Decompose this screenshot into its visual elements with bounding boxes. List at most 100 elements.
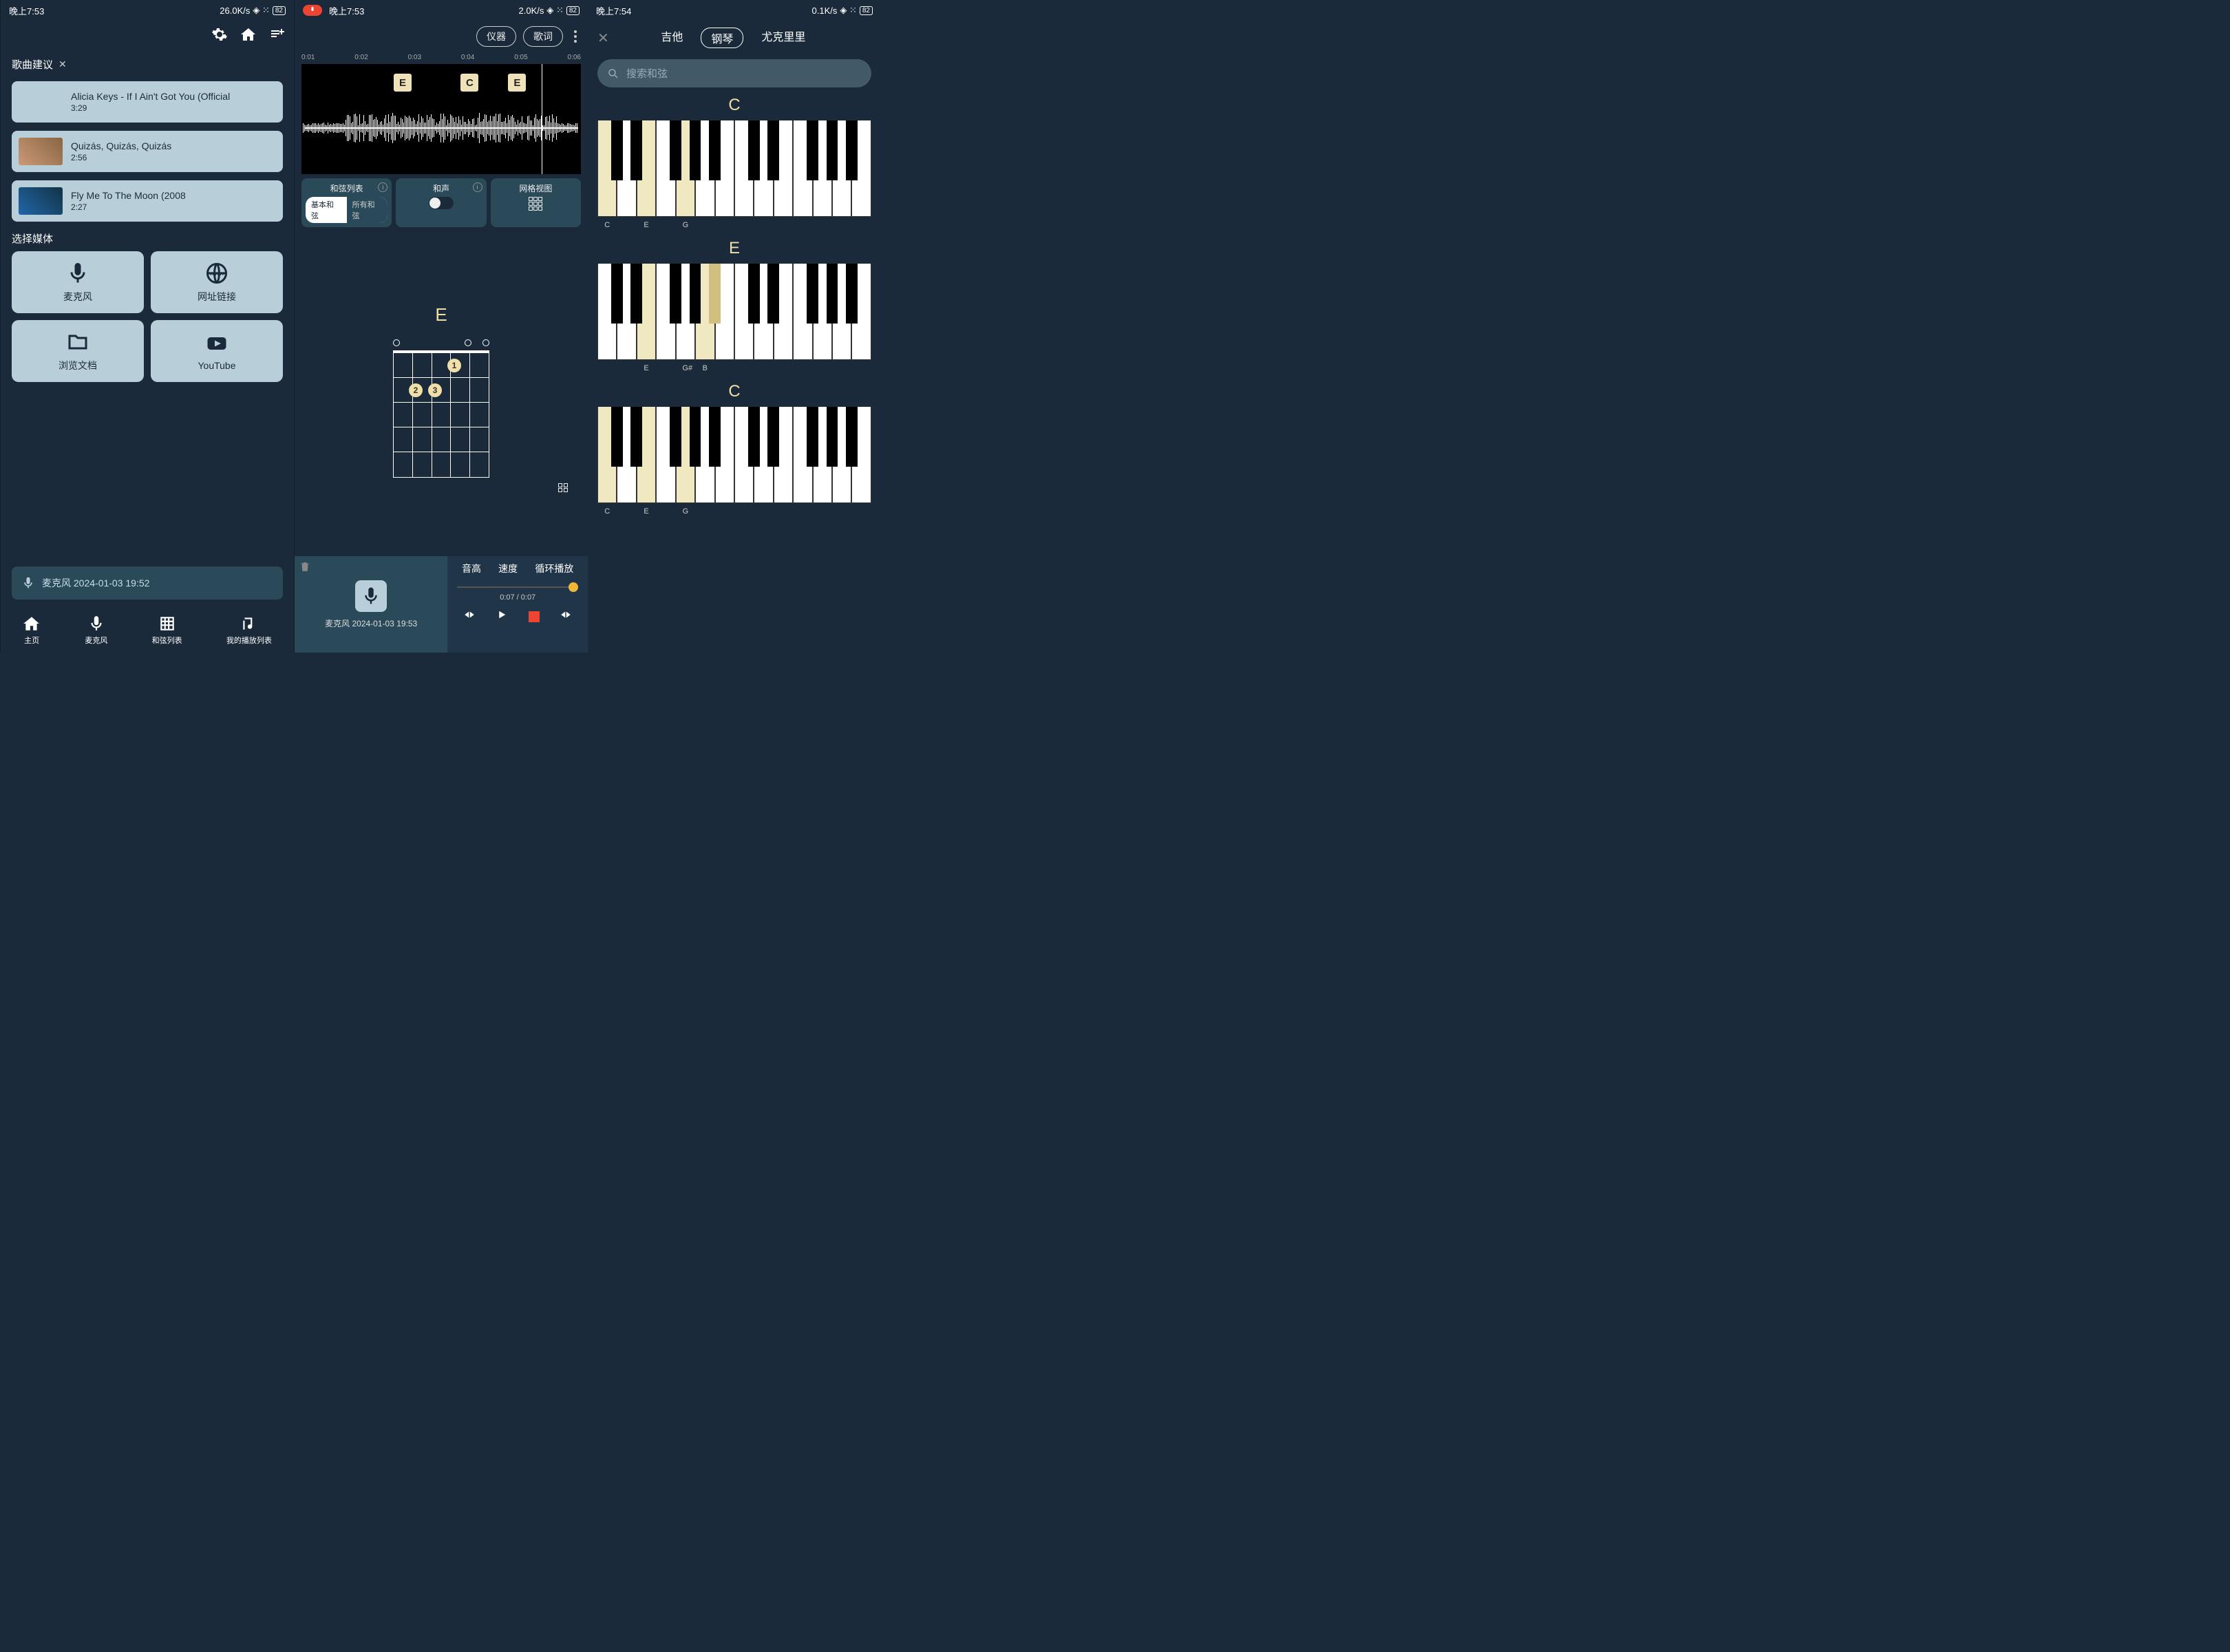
instrument-button[interactable]: 仪器	[476, 26, 516, 47]
player-info: 麦克风 2024-01-03 19:53	[295, 556, 447, 653]
piano-keyboard[interactable]	[597, 407, 871, 503]
wifi-icon: ◈ ⁙	[840, 5, 857, 16]
info-icon[interactable]: i	[378, 182, 387, 192]
key-label: B	[703, 364, 708, 372]
play-icon[interactable]	[496, 608, 508, 624]
black-key[interactable]	[709, 264, 721, 324]
black-key[interactable]	[748, 407, 760, 467]
status-speed: 2.0K/s	[519, 6, 544, 16]
pitch-button[interactable]: 音高	[462, 562, 481, 575]
delete-icon[interactable]	[299, 560, 311, 575]
black-key[interactable]	[670, 120, 681, 180]
black-key[interactable]	[807, 120, 818, 180]
media-youtube-button[interactable]: YouTube	[151, 320, 283, 382]
black-key[interactable]	[846, 407, 858, 467]
chord-marker-e[interactable]: E	[394, 74, 412, 92]
black-key[interactable]	[807, 264, 818, 324]
close-icon[interactable]: ✕	[59, 59, 67, 70]
black-key[interactable]	[611, 264, 623, 324]
label: 浏览文档	[59, 359, 97, 372]
waveform[interactable]: E C E	[301, 64, 581, 174]
black-key[interactable]	[827, 120, 838, 180]
progress-slider[interactable]	[457, 586, 578, 588]
media-url-button[interactable]: WWW网址链接	[151, 251, 283, 313]
media-mic-button[interactable]: 麦克风	[12, 251, 144, 313]
black-key[interactable]	[827, 407, 838, 467]
grid-toggle-icon[interactable]	[558, 483, 569, 492]
tab-piano[interactable]: 钢琴	[701, 28, 743, 48]
black-key[interactable]	[611, 120, 623, 180]
black-key[interactable]	[846, 264, 858, 324]
stop-icon[interactable]	[529, 611, 540, 622]
chord-filter-toggle[interactable]: 基本和弦所有和弦	[306, 197, 387, 223]
black-key[interactable]	[690, 120, 701, 180]
chord-marker-e2[interactable]: E	[508, 74, 526, 92]
bottom-nav: 主页 麦克风 和弦列表 我的播放列表	[1, 611, 294, 653]
tab-ukulele[interactable]: 尤克里里	[761, 28, 805, 48]
loop-button[interactable]: 循环播放	[535, 562, 573, 575]
folder-icon	[65, 330, 90, 354]
media-browse-button[interactable]: 浏览文档	[12, 320, 144, 382]
battery-icon: 82	[566, 6, 580, 15]
nav-home[interactable]: 主页	[23, 615, 41, 646]
black-key[interactable]	[748, 120, 760, 180]
wifi-icon: ◈ ⁙	[253, 5, 270, 16]
recent-recording[interactable]: 麦克风 2024-01-03 19:52	[12, 566, 283, 600]
chord-marker-c[interactable]: C	[460, 74, 478, 92]
finger-2: 2	[409, 383, 423, 397]
black-key[interactable]	[767, 407, 779, 467]
black-key[interactable]	[767, 120, 779, 180]
black-key[interactable]	[690, 264, 701, 324]
harmony-control[interactable]: i 和声	[396, 178, 486, 227]
player-title: 麦克风 2024-01-03 19:53	[325, 617, 417, 629]
nav-chords[interactable]: 和弦列表	[152, 615, 182, 646]
key-label: E	[644, 221, 648, 229]
tab-guitar[interactable]: 吉他	[661, 28, 683, 48]
black-key[interactable]	[611, 407, 623, 467]
status-bar: 晚上7:54 0.1K/s◈ ⁙82	[588, 0, 881, 21]
chord-list-control[interactable]: i 和弦列表 基本和弦所有和弦	[301, 178, 392, 227]
nav-playlist[interactable]: 我的播放列表	[226, 615, 272, 646]
playlist-add-icon[interactable]	[269, 26, 286, 46]
battery-icon: 82	[860, 6, 873, 15]
nav-mic[interactable]: 麦克风	[85, 615, 107, 646]
black-key[interactable]	[709, 120, 721, 180]
song-suggestion-2[interactable]: Fly Me To The Moon (20082:27	[12, 180, 283, 222]
black-key[interactable]	[670, 264, 681, 324]
chord-section-1: EEG#B	[588, 235, 881, 378]
black-key[interactable]	[670, 407, 681, 467]
black-key[interactable]	[630, 264, 642, 324]
screen-home: 晚上7:53 26.0K/s ◈ ⁙ 82 歌曲建议 ✕ Alicia Keys…	[0, 0, 295, 653]
song-suggestion-0[interactable]: Alicia Keys - If I Ain't Got You (Offici…	[12, 81, 283, 123]
piano-keyboard[interactable]	[597, 120, 871, 217]
speed-button[interactable]: 速度	[498, 562, 518, 575]
info-icon[interactable]: i	[473, 182, 482, 192]
black-key[interactable]	[846, 120, 858, 180]
black-key[interactable]	[827, 264, 838, 324]
harmony-switch[interactable]	[429, 197, 454, 209]
black-key[interactable]	[807, 407, 818, 467]
black-key[interactable]	[630, 120, 642, 180]
chord-display: E 1 2 3	[295, 231, 588, 556]
youtube-icon	[204, 331, 229, 356]
black-key[interactable]	[709, 407, 721, 467]
grid-view-control[interactable]: 网格视图	[491, 178, 581, 227]
lyrics-button[interactable]: 歌词	[523, 26, 563, 47]
search-input[interactable]: 搜索和弦	[597, 59, 871, 87]
player-controls: 音高速度循环播放 0:07 / 0:07	[447, 556, 588, 653]
black-key[interactable]	[767, 264, 779, 324]
black-key[interactable]	[748, 264, 760, 324]
mic-badge	[355, 580, 387, 612]
home-icon[interactable]	[240, 26, 257, 46]
gear-icon[interactable]	[211, 26, 228, 46]
rewind-icon[interactable]	[463, 608, 476, 624]
search-placeholder: 搜索和弦	[626, 66, 668, 81]
globe-icon: WWW	[204, 261, 229, 286]
song-suggestion-1[interactable]: Quizás, Quizás, Quizás2:56	[12, 131, 283, 172]
close-icon[interactable]: ✕	[597, 30, 609, 47]
piano-keyboard[interactable]	[597, 264, 871, 360]
black-key[interactable]	[690, 407, 701, 467]
black-key[interactable]	[630, 407, 642, 467]
forward-icon[interactable]	[560, 608, 572, 624]
more-icon[interactable]	[570, 30, 581, 43]
